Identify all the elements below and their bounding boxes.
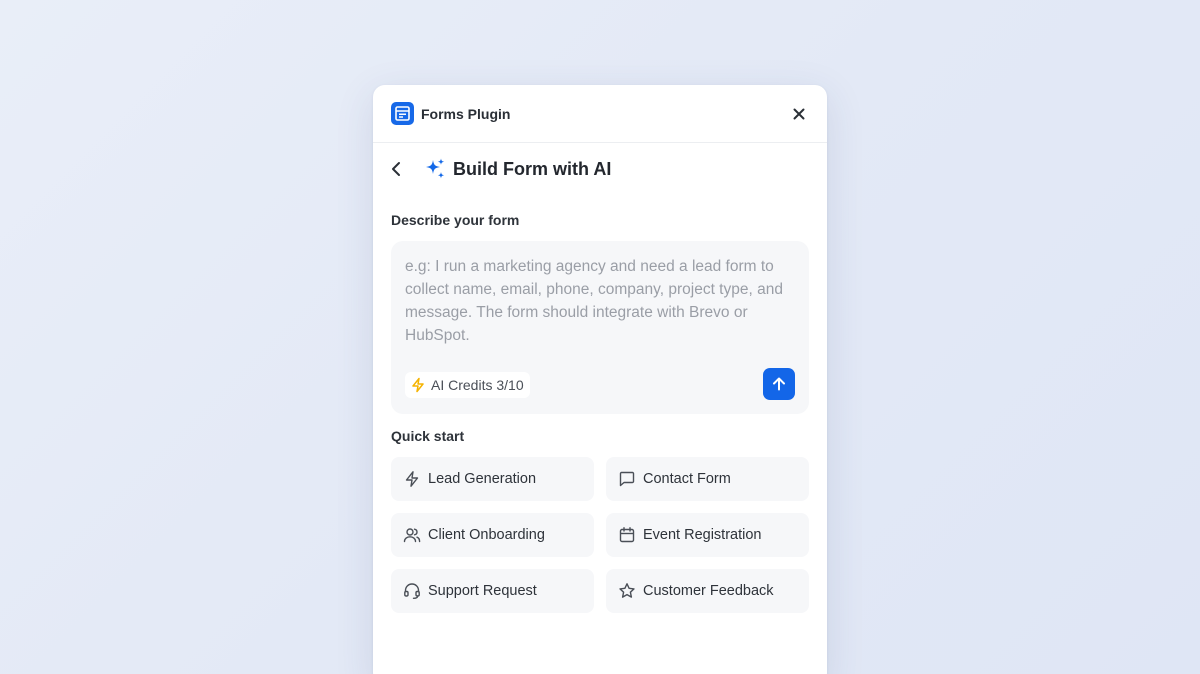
ai-credits-badge: AI Credits 3/10: [405, 372, 530, 398]
bolt-icon: [410, 377, 426, 393]
bolt-icon: [403, 470, 421, 488]
forms-plugin-panel: Forms Plugin Build Form with AI Describe…: [373, 85, 827, 674]
quick-start-label-text: Contact Form: [643, 471, 731, 487]
chevron-left-icon: [392, 162, 400, 176]
quick-start-support-request[interactable]: Support Request: [391, 569, 594, 613]
quick-start-label-text: Support Request: [428, 583, 537, 599]
quick-start-customer-feedback[interactable]: Customer Feedback: [606, 569, 809, 613]
plugin-title: Forms Plugin: [421, 105, 511, 122]
users-icon: [403, 526, 421, 544]
close-button[interactable]: [789, 104, 809, 124]
quick-start-label-text: Client Onboarding: [428, 527, 545, 543]
quick-start-label-text: Lead Generation: [428, 471, 537, 487]
send-button[interactable]: [763, 368, 795, 400]
quick-start-contact-form[interactable]: Contact Form: [606, 457, 809, 501]
quick-start-client-onboarding[interactable]: Client Onboarding: [391, 513, 594, 557]
page-title: Build Form with AI: [453, 158, 612, 179]
prompt-box: AI Credits 3/10: [391, 241, 809, 414]
back-button[interactable]: [391, 159, 405, 179]
quick-start-lead-generation[interactable]: Lead Generation: [391, 457, 594, 501]
message-square-icon: [618, 470, 636, 488]
close-icon: [793, 108, 805, 120]
subheader: Build Form with AI: [373, 143, 827, 195]
star-icon: [618, 582, 636, 600]
quick-start-grid: Lead Generation Contact Form Client Onbo…: [391, 457, 809, 613]
panel-header: Forms Plugin: [373, 85, 827, 143]
ai-credits-label: AI Credits 3/10: [431, 377, 524, 393]
quick-start-label-text: Event Registration: [643, 527, 762, 543]
form-description-input[interactable]: [405, 255, 795, 355]
quick-start-label-text: Customer Feedback: [643, 583, 774, 599]
form-layout-icon: [391, 102, 414, 125]
describe-label: Describe your form: [391, 212, 520, 228]
quick-start-label: Quick start: [391, 428, 465, 444]
headset-icon: [403, 582, 421, 600]
arrow-up-icon: [773, 377, 785, 391]
sparkle-icon: [423, 157, 447, 181]
quick-start-event-registration[interactable]: Event Registration: [606, 513, 809, 557]
calendar-icon: [618, 526, 636, 544]
